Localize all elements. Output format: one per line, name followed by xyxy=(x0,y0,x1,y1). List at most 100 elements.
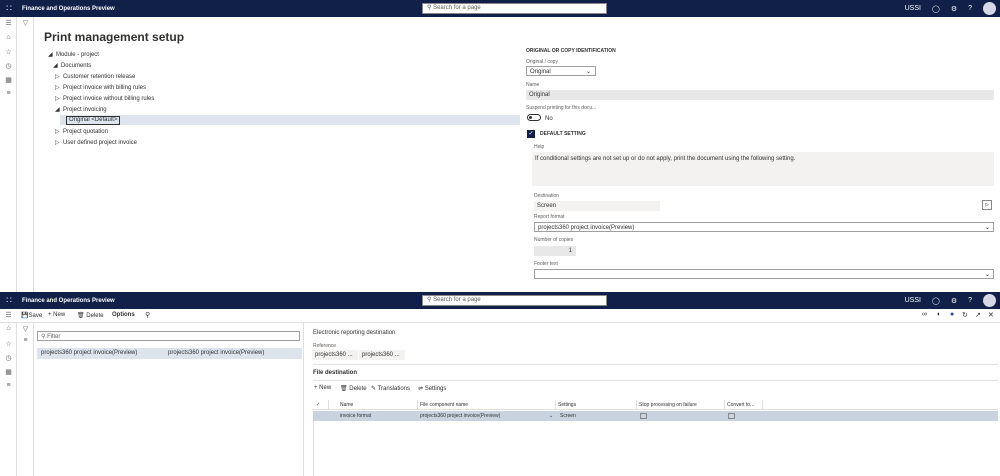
tree-node-documents[interactable]: ◢ Documents xyxy=(53,62,91,69)
tree-node-2[interactable]: ▷ Project invoice without billing rules xyxy=(55,95,154,102)
tree-selected-row[interactable] xyxy=(60,115,520,125)
grid-settings-button[interactable]: ⇌ Settings xyxy=(418,385,446,392)
cell-name: invoice format xyxy=(340,413,372,419)
clock-icon[interactable]: ◷ xyxy=(0,354,17,362)
col-header-name[interactable]: Name xyxy=(340,400,353,410)
grid-new-button[interactable]: + New xyxy=(314,385,331,391)
close-icon[interactable]: ✕ xyxy=(988,311,994,319)
grid-header: ✓ Name File component name Settings Stop… xyxy=(313,400,998,410)
cell-component[interactable]: projects360 project invoice(Preview) xyxy=(420,411,500,421)
page-title: Print management setup xyxy=(44,30,185,44)
popout-icon[interactable]: ↗ xyxy=(975,311,981,319)
search-input[interactable]: ⚲ Search for a page xyxy=(422,3,607,14)
orig-copy-value: Original xyxy=(530,69,551,75)
select-all-checkbox[interactable]: ✓ xyxy=(316,400,320,410)
workspace-icon[interactable]: ▦ xyxy=(0,368,17,376)
chevron-down-icon[interactable]: ⌄ xyxy=(549,411,553,421)
name-field[interactable]: Original xyxy=(526,90,994,100)
star-icon[interactable]: ☆ xyxy=(0,340,17,348)
tree-node-5[interactable]: ▷ User defined project invoice xyxy=(55,139,137,146)
company-picker[interactable]: USSI xyxy=(905,5,921,12)
default-setting-checkbox[interactable]: ✓ xyxy=(527,130,535,138)
cell-settings[interactable]: Screen xyxy=(560,411,576,421)
col-header-stop[interactable]: Stop processing on failure xyxy=(639,400,697,410)
filter-placeholder: Filter xyxy=(47,334,61,340)
filter-icon[interactable]: ▽ xyxy=(17,325,34,333)
reference-field-1[interactable]: projects360 ... xyxy=(312,350,358,360)
filter-input[interactable]: ⚲ Filter xyxy=(37,331,300,341)
delete-button[interactable]: 🗑 Delete xyxy=(77,312,104,319)
divider xyxy=(313,380,998,381)
home-icon[interactable]: ⌂ xyxy=(0,34,17,41)
footer-select[interactable]: ⌄ xyxy=(534,269,994,279)
convert-checkbox[interactable] xyxy=(728,413,735,419)
tree-node-3[interactable]: ◢ Project invoicing xyxy=(55,106,107,113)
stop-processing-checkbox[interactable] xyxy=(640,413,647,419)
col-header-settings[interactable]: Settings xyxy=(558,400,576,410)
list-item-col1: projects360 project invoice(Preview) xyxy=(41,350,138,356)
refresh-icon[interactable]: ↻ xyxy=(962,311,968,319)
search-icon[interactable]: ⚲ xyxy=(145,311,150,319)
clock-icon[interactable]: ◷ xyxy=(0,62,17,70)
list-icon[interactable]: ≡ xyxy=(17,337,34,344)
destination-label: Destination xyxy=(534,193,560,199)
modules-icon[interactable]: ≡ xyxy=(0,382,17,389)
save-button[interactable]: 💾Save xyxy=(21,312,42,319)
app-launcher-icon[interactable]: ∷ xyxy=(0,0,18,17)
destination-lookup-button[interactable]: ▷ xyxy=(982,200,992,210)
reference-field-2[interactable]: projects360 ... xyxy=(359,350,405,360)
filter-icon[interactable]: ▽ xyxy=(17,19,34,27)
office-icon[interactable]: ◐ xyxy=(937,311,941,318)
app-name[interactable]: Finance and Operations Preview xyxy=(22,298,115,304)
destination-field[interactable]: Screen xyxy=(534,201,660,211)
bell-icon[interactable]: ◯ xyxy=(932,5,940,13)
action-pane: ☰ 💾Save + New 🗑 Delete Options ⚲ ∞ ◐ ● ↻… xyxy=(0,309,1000,323)
star-icon[interactable]: ☆ xyxy=(0,48,17,56)
copies-label: Number of copies xyxy=(534,237,574,243)
col-header-component[interactable]: File component name xyxy=(420,400,468,410)
search-input[interactable]: ⚲ Search for a page xyxy=(422,295,607,306)
bell-icon[interactable]: ◯ xyxy=(932,297,940,305)
grid-delete-button[interactable]: 🗑 Delete xyxy=(340,385,367,392)
tree-node-1[interactable]: ▷ Project invoice with billing rules xyxy=(55,84,146,91)
filter-pane: ▽ xyxy=(17,17,34,292)
avatar[interactable] xyxy=(983,294,996,307)
tree-node-selected[interactable]: Original <Default> xyxy=(66,116,121,125)
app-launcher-icon[interactable]: ∷ xyxy=(0,292,18,309)
hamburger-icon[interactable]: ☰ xyxy=(0,311,17,319)
options-tab[interactable]: Options xyxy=(112,312,135,318)
filter-pane-2: ▽ ≡ xyxy=(17,323,34,476)
tree-node-module[interactable]: ◢ Module - project xyxy=(48,51,99,58)
suspend-label: Suspend printing for this docu... xyxy=(526,105,597,111)
chevron-down-icon: ⌄ xyxy=(984,272,990,278)
tree-node-4[interactable]: ▷ Project quotation xyxy=(55,128,108,135)
help-icon[interactable]: ? xyxy=(968,5,972,12)
modules-icon[interactable]: ≡ xyxy=(0,90,17,97)
section-title: ORIGINAL OR COPY IDENTIFICATION xyxy=(526,48,616,54)
gear-icon[interactable]: ⚙ xyxy=(951,297,957,305)
gear-icon[interactable]: ⚙ xyxy=(951,5,957,13)
new-button[interactable]: + New xyxy=(48,312,65,318)
left-nav-2: ⌂ ☆ ◷ ▦ ≡ xyxy=(0,323,17,476)
table-row[interactable]: invoice format projects360 project invoi… xyxy=(313,411,998,421)
home-icon[interactable]: ⌂ xyxy=(0,325,17,332)
copies-field[interactable]: 1 xyxy=(534,246,576,256)
grid-translations-button[interactable]: ✎ Translations xyxy=(371,385,410,392)
link-icon[interactable]: ∞ xyxy=(922,311,927,318)
suspend-toggle[interactable] xyxy=(527,114,541,121)
notification-icon[interactable]: ● xyxy=(950,311,954,318)
chevron-down-icon: ⌄ xyxy=(984,225,990,231)
col-header-convert[interactable]: Convert to... xyxy=(727,400,754,410)
avatar[interactable] xyxy=(983,2,996,15)
help-icon[interactable]: ? xyxy=(968,297,972,304)
suspend-value: No xyxy=(545,116,553,122)
help-text[interactable]: If conditional settings are not set up o… xyxy=(532,152,994,186)
top-navbar-2: ∷ Finance and Operations Preview ⚲ Searc… xyxy=(0,292,1000,309)
app-name[interactable]: Finance and Operations Preview xyxy=(22,6,115,12)
orig-copy-select[interactable]: Original ⌄ xyxy=(526,66,596,76)
report-format-select[interactable]: projects360 project invoice(Preview) ⌄ xyxy=(534,222,994,232)
workspace-icon[interactable]: ▦ xyxy=(0,76,17,84)
tree-node-0[interactable]: ▷ Customer retention release xyxy=(55,73,135,80)
company-picker[interactable]: USSI xyxy=(905,297,921,304)
hamburger-icon[interactable]: ☰ xyxy=(0,19,17,27)
